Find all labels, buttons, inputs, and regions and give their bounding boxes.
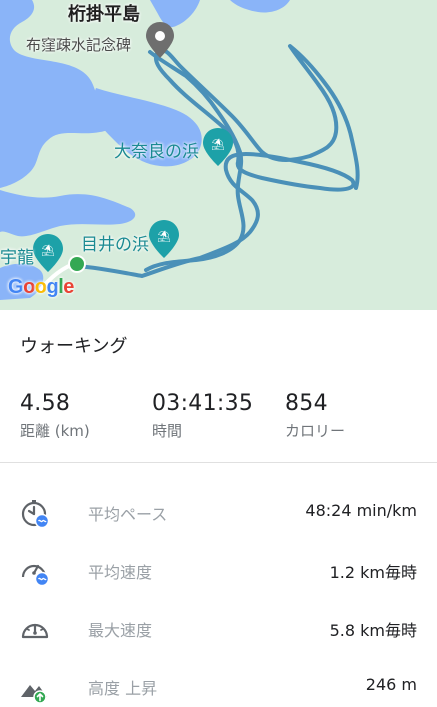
max-speed-value: 5.8 km毎時 [329, 621, 417, 640]
map-label-island: 桁掛平島 [68, 4, 140, 25]
map-label-beach-mei: 目井の浜 [81, 235, 149, 255]
stat-calories: 854 カロリー [285, 391, 345, 441]
time-value: 03:41:35 [152, 391, 254, 416]
map-label-monument: 布窪疎水記念碑 [26, 36, 132, 54]
stat-time: 03:41:35 時間 [152, 391, 253, 441]
detail-row-max-speed: 最大速度 5.8 km毎時 [0, 600, 437, 658]
activity-type-title: ウォーキング [20, 336, 128, 357]
max-speed-icon [21, 623, 49, 639]
avg-speed-value: 1.2 km毎時 [329, 563, 417, 582]
elevation-gain-icon [21, 685, 47, 703]
max-speed-label: 最大速度 [88, 621, 153, 640]
map-label-place-partial: 宇龍 [0, 248, 34, 268]
elevation-gain-value: 246 m [365, 675, 417, 694]
elevation-gain-label: 高度 上昇 [88, 679, 158, 698]
svg-text:⛱: ⛱ [211, 138, 225, 151]
svg-text:⛱: ⛱ [41, 244, 55, 257]
detail-row-avg-speed: 平均速度 1.2 km毎時 [0, 542, 437, 600]
calories-label: カロリー [285, 422, 346, 440]
avg-pace-value: 48:24 min/km [305, 501, 417, 520]
distance-label: 距離 (km) [20, 422, 90, 440]
avg-speed-icon [21, 564, 50, 587]
detail-row-elevation-gain: 高度 上昇 246 m [0, 658, 437, 707]
section-divider [0, 462, 437, 463]
map-label-beach-onara: 大奈良の浜 [114, 142, 199, 162]
calories-value: 854 [285, 391, 328, 416]
svg-text:⛱: ⛱ [157, 230, 171, 243]
google-logo: Google [8, 276, 74, 298]
detail-row-avg-pace: 平均ペース 48:24 min/km [0, 484, 437, 542]
stat-distance: 4.58 距離 (km) [20, 391, 90, 441]
pace-icon [21, 500, 50, 529]
time-label: 時間 [152, 422, 183, 440]
avg-pace-label: 平均ペース [88, 505, 168, 524]
route-map[interactable]: ⛱ ⛱ ⛱ 桁掛平島 布窪疎水記念碑 大奈良の浜 目井の浜 宇龍 Google [0, 0, 437, 310]
distance-value: 4.58 [20, 391, 71, 416]
avg-speed-label: 平均速度 [88, 563, 153, 582]
